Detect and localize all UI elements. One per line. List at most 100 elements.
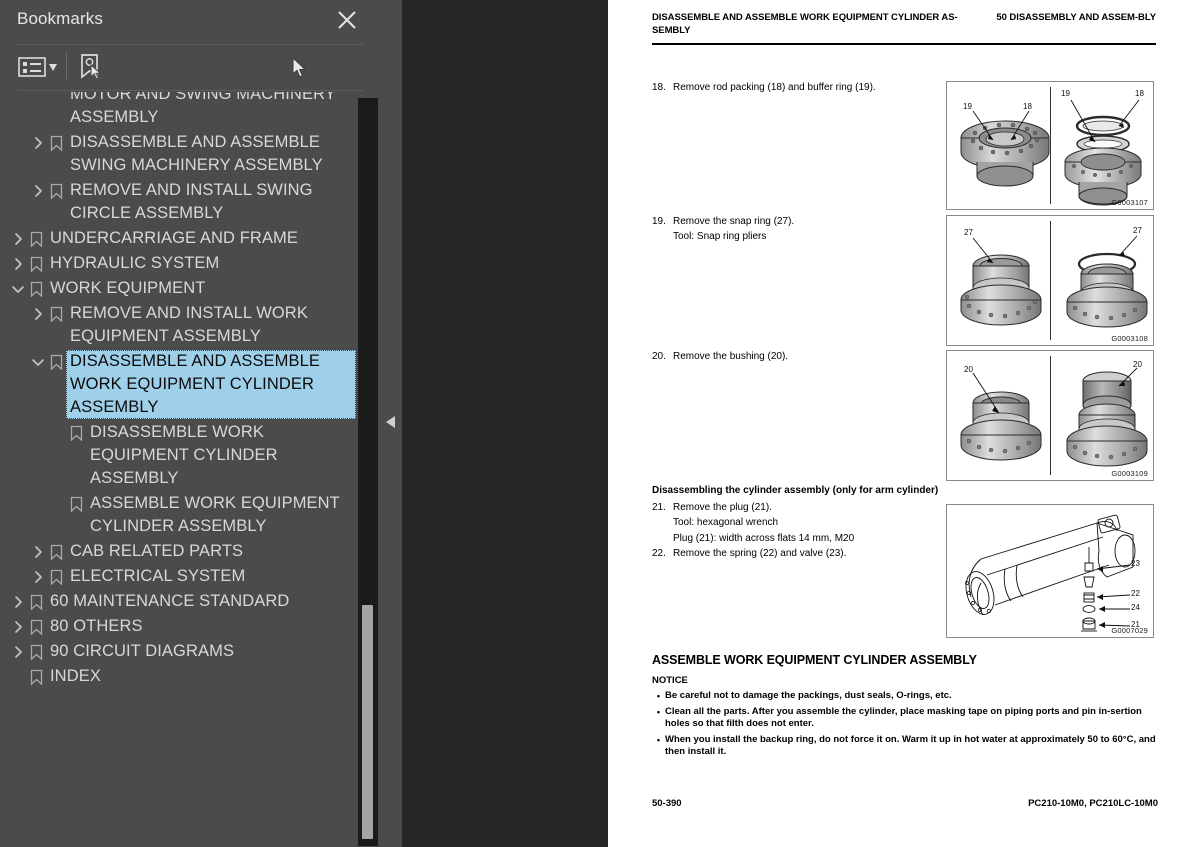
step-20: 20. Remove the bushing (20). [652, 350, 942, 364]
close-icon[interactable] [335, 8, 359, 32]
chevron-right-icon[interactable] [30, 132, 46, 154]
notice-text: Clean all the parts. After you assemble … [665, 705, 1142, 730]
bookmark-item[interactable]: DISASSEMBLE WORK EQUIPMENT CYLINDER ASSE… [0, 420, 356, 491]
bookmark-item[interactable]: REMOVE AND INSTALL WORK EQUIPMENT ASSEMB… [0, 301, 356, 349]
bullet-icon: • [656, 706, 661, 717]
bookmark-item-label: HYDRAULIC SYSTEM [50, 254, 220, 272]
notice-item: • When you install the backup ring, do no… [652, 734, 1158, 759]
figure-divider [1050, 87, 1051, 204]
bookmark-flag-icon [46, 541, 66, 563]
bookmark-item[interactable]: INDEX [0, 664, 356, 689]
bookmark-flag-icon [26, 616, 46, 638]
collapse-left-arrow-icon[interactable] [385, 414, 397, 430]
bullet-icon: • [656, 691, 661, 701]
step-number: 18. [652, 82, 666, 93]
chevron-right-icon[interactable] [30, 303, 46, 325]
bookmark-item-label: REMOVE AND INSTALL SWING CIRCLE ASSEMBLY [70, 181, 313, 222]
figure-2: 27 27 G0003108 [946, 215, 1154, 346]
page-header-left: DISASSEMBLE AND ASSEMBLE WORK EQUIPMENT … [652, 12, 958, 36]
step-text: Remove the plug (21). [673, 502, 772, 513]
bookmark-item[interactable]: 80 OTHERS [0, 614, 356, 639]
step-subtext: Tool: hexagonal wrench [673, 517, 779, 528]
chevron-right-icon[interactable] [10, 641, 26, 663]
step-number: 19. [652, 216, 666, 227]
bookmark-item[interactable]: CAB RELATED PARTS [0, 539, 356, 564]
bookmarks-panel-title: Bookmarks [17, 9, 103, 28]
document-viewer[interactable]: DISASSEMBLE AND ASSEMBLE WORK EQUIPMENT … [402, 0, 1200, 847]
bookmark-flag-icon [46, 351, 66, 373]
page-header-rule [652, 43, 1156, 45]
chevron-down-icon[interactable] [10, 278, 26, 300]
bookmark-item[interactable]: 90 CIRCUIT DIAGRAMS [0, 639, 356, 664]
bookmarks-panel-header: Bookmarks [0, 0, 380, 44]
step-subtext: Plug (21): width across flats 14 mm, M20 [673, 532, 855, 544]
bookmark-item-label: ASSEMBLE WORK EQUIPMENT CYLINDER ASSEMBL… [90, 494, 340, 535]
figure-1: 19 18 19 18 G0003107 [946, 81, 1154, 210]
bookmark-item-label: 90 CIRCUIT DIAGRAMS [50, 642, 235, 660]
figure-callout: 20 [1133, 360, 1142, 369]
bookmarks-scrollbar-thumb[interactable] [362, 605, 373, 839]
bookmark-item[interactable]: ASSEMBLE WORK EQUIPMENT CYLINDER ASSEMBL… [0, 491, 356, 539]
figure-callout: 27 [1133, 226, 1142, 235]
figure-callout: 19 [1061, 89, 1070, 98]
bookmark-flag-icon [66, 493, 86, 515]
panel-splitter[interactable] [380, 0, 402, 847]
bookmark-flag-icon [26, 666, 46, 688]
bookmarks-tree[interactable]: REMOVE AND INSTALL SWIVEL MOTOR AND SWIN… [0, 92, 356, 847]
bookmark-item[interactable]: ELECTRICAL SYSTEM [0, 564, 356, 589]
list-options-icon[interactable] [18, 55, 60, 79]
chevron-right-icon[interactable] [10, 253, 26, 275]
step-subtext: Tool: Snap ring pliers [673, 231, 767, 242]
bookmark-item[interactable]: DISASSEMBLE AND ASSEMBLE WORK EQUIPMENT … [0, 349, 356, 420]
chevron-right-icon[interactable] [10, 616, 26, 638]
bookmark-item-label: DISASSEMBLE WORK EQUIPMENT CYLINDER ASSE… [90, 423, 278, 487]
bookmark-select-icon[interactable] [78, 53, 104, 81]
bookmark-flag-icon [26, 278, 46, 300]
bookmark-item-label: 80 OTHERS [50, 617, 143, 635]
bookmark-flag-icon [26, 591, 46, 613]
chevron-down-icon[interactable] [30, 351, 46, 373]
toolbar-separator [66, 52, 67, 80]
notice-text: When you install the backup ring, do not… [665, 733, 1156, 758]
bookmark-item-label: UNDERCARRIAGE AND FRAME [50, 229, 298, 247]
bookmark-item[interactable]: HYDRAULIC SYSTEM [0, 251, 356, 276]
chevron-right-icon[interactable] [10, 591, 26, 613]
bookmark-item[interactable]: REMOVE AND INSTALL SWING CIRCLE ASSEMBLY [0, 178, 356, 226]
step-19: 19. Remove the snap ring (27). Tool: Sna… [652, 215, 942, 245]
bookmark-item[interactable]: 60 MAINTENANCE STANDARD [0, 589, 356, 614]
figure-callout: 18 [1023, 102, 1032, 111]
chevron-right-icon[interactable] [30, 180, 46, 202]
chevron-right-icon[interactable] [10, 228, 26, 250]
bookmark-flag-icon [26, 253, 46, 275]
pdf-viewer-window: Bookmarks MOTOR AND SWING MACHINERY ASSE… [0, 0, 1200, 847]
bookmark-flag-icon [46, 303, 66, 325]
figure-callout: 27 [964, 228, 973, 237]
page-number: 50-390 [652, 798, 682, 809]
bookmark-item[interactable]: WORK EQUIPMENT [0, 276, 356, 301]
bookmark-item[interactable]: REMOVE AND INSTALL SWIVEL MOTOR AND SWIN… [0, 92, 356, 130]
divider [17, 90, 364, 91]
bookmark-item[interactable]: DISASSEMBLE AND ASSEMBLE SWING MACHINERY… [0, 130, 356, 178]
notice-text: Be careful not to damage the packings, d… [665, 690, 952, 701]
step-number: 22. [652, 548, 666, 559]
step-number: 20. [652, 351, 666, 362]
figure-divider [1050, 221, 1051, 340]
figure-callout: 24 [1131, 603, 1140, 612]
assemble-heading: ASSEMBLE WORK EQUIPMENT CYLINDER ASSEMBL… [652, 653, 977, 667]
figure-id: G0003109 [1111, 469, 1148, 478]
figure-divider [1050, 356, 1051, 475]
bookmark-item-label: 60 MAINTENANCE STANDARD [50, 592, 290, 610]
document-page: DISASSEMBLE AND ASSEMBLE WORK EQUIPMENT … [608, 0, 1200, 847]
figure-id: G0003107 [1111, 198, 1148, 207]
bookmark-flag-icon [26, 228, 46, 250]
bookmark-item-label: ELECTRICAL SYSTEM [70, 567, 246, 585]
chevron-right-icon[interactable] [30, 566, 46, 588]
page-header: DISASSEMBLE AND ASSEMBLE WORK EQUIPMENT … [652, 12, 1156, 37]
chevron-right-icon[interactable] [30, 541, 46, 563]
figure-callout: 19 [963, 102, 972, 111]
figure-id: G0007029 [1111, 626, 1148, 635]
notice-item: • Be careful not to damage the packings, … [652, 690, 1158, 703]
bookmark-item[interactable]: UNDERCARRIAGE AND FRAME [0, 226, 356, 251]
figure-3: 20 20 G0003109 [946, 350, 1154, 481]
page-footer: 50-390 PC210-10M0, PC210LC-10M0 [652, 798, 1158, 809]
